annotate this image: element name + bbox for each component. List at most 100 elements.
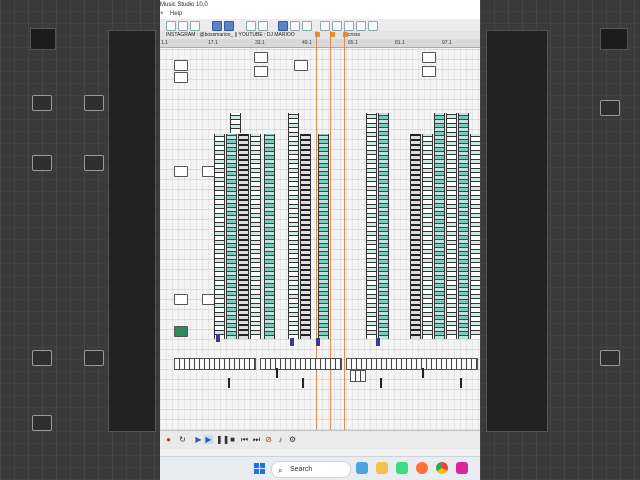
timeline-ruler[interactable]: 1.1 17.1 33.1 49.1 65.1 81.1 97.1 xyxy=(160,39,480,48)
next-icon[interactable]: ⏭ xyxy=(252,435,261,444)
ruler-label: 17.1 xyxy=(208,40,218,46)
note-column[interactable] xyxy=(230,113,241,133)
record-stop-icon[interactable]: ⊘ xyxy=(264,435,273,444)
windows-start-icon[interactable] xyxy=(254,463,265,474)
drum-cells xyxy=(347,359,477,369)
cloud-app-icon[interactable] xyxy=(356,462,368,474)
settings-icon[interactable]: ⚙ xyxy=(288,435,297,444)
drum-hit[interactable] xyxy=(228,378,230,388)
metronome-icon[interactable]: ♪ xyxy=(276,435,285,444)
background-icon xyxy=(32,155,52,171)
move-icon[interactable] xyxy=(258,21,268,31)
pattern-block[interactable] xyxy=(174,326,188,337)
pattern-block[interactable] xyxy=(174,294,188,305)
glue-icon[interactable] xyxy=(344,21,354,31)
transport-bar: ● ↻ ▶ ▶ ❚❚ ■ ⏮ ⏭ ⊘ ♪ ⚙ xyxy=(160,430,480,449)
chrome-browser-icon[interactable] xyxy=(436,462,448,474)
ruler-label: 49.1 xyxy=(302,40,312,46)
split-icon[interactable] xyxy=(332,21,342,31)
firefox-browser-icon[interactable] xyxy=(416,462,428,474)
drum-hit[interactable] xyxy=(422,368,424,378)
pattern-block[interactable] xyxy=(294,60,308,71)
note-column[interactable] xyxy=(264,134,275,339)
marker-flag-label: cross xyxy=(348,32,360,38)
settings-icon[interactable] xyxy=(356,21,366,31)
window-title: Music Studio 10.0 xyxy=(160,2,208,8)
drum-row[interactable] xyxy=(174,358,256,370)
note-column[interactable] xyxy=(470,134,480,339)
note-column[interactable] xyxy=(410,134,421,339)
note-column[interactable] xyxy=(458,113,469,339)
select-icon[interactable] xyxy=(246,21,256,31)
pattern-block[interactable] xyxy=(422,66,436,77)
drum-hit[interactable] xyxy=(302,378,304,388)
paste-icon[interactable] xyxy=(224,21,234,31)
menu-help[interactable]: Help xyxy=(170,10,182,19)
cut-icon[interactable] xyxy=(190,21,200,31)
note-column[interactable] xyxy=(214,134,225,339)
pattern-block[interactable] xyxy=(174,166,188,177)
note-column[interactable] xyxy=(422,134,433,339)
pause-icon[interactable]: ❚❚ xyxy=(216,435,229,444)
note-column[interactable] xyxy=(288,113,299,339)
background-block xyxy=(30,28,56,50)
previous-icon[interactable]: ⏮ xyxy=(240,435,249,444)
pattern-block[interactable] xyxy=(174,72,188,83)
brush-icon[interactable] xyxy=(302,21,312,31)
pattern-block[interactable] xyxy=(254,52,268,63)
note-column[interactable] xyxy=(300,134,311,339)
record-icon[interactable]: ● xyxy=(164,435,173,444)
copy-icon[interactable] xyxy=(212,21,222,31)
background-block xyxy=(486,30,548,432)
stop-icon[interactable]: ■ xyxy=(228,435,237,444)
note-column[interactable] xyxy=(238,134,249,339)
background-icon xyxy=(32,95,52,111)
zoom-icon[interactable] xyxy=(320,21,330,31)
close-menu-icon[interactable]: × xyxy=(160,10,164,19)
snap-icon[interactable] xyxy=(368,21,378,31)
note-column[interactable] xyxy=(378,113,389,339)
undo-icon[interactable] xyxy=(166,21,176,31)
note-column[interactable] xyxy=(250,134,261,339)
note-column[interactable] xyxy=(226,134,237,339)
ruler-label: 97.1 xyxy=(442,40,452,46)
pencil-icon[interactable] xyxy=(278,21,288,31)
pattern-block[interactable] xyxy=(174,60,188,71)
pattern-block[interactable] xyxy=(422,52,436,63)
marker-text: INSTAGRAM : @bossmarioo_ || YOUTUBE : DJ… xyxy=(166,32,295,38)
drum-hit[interactable] xyxy=(380,378,382,388)
ruler-label: 65.1 xyxy=(348,40,358,46)
menu-bar: × Help xyxy=(160,10,480,19)
drum-row[interactable] xyxy=(346,358,478,370)
title-bar: Music Studio 10.0 xyxy=(160,0,480,10)
ruler-label: 33.1 xyxy=(255,40,265,46)
background-block xyxy=(108,30,156,432)
drum-row[interactable] xyxy=(350,370,366,382)
instagram-app-icon[interactable] xyxy=(456,462,468,474)
redo-icon[interactable] xyxy=(178,21,188,31)
note-column[interactable] xyxy=(366,113,377,339)
velocity-note[interactable] xyxy=(376,338,380,346)
ruler-label: 1.1 xyxy=(161,40,168,46)
taskbar-search[interactable]: ⌕ Search xyxy=(271,461,351,478)
note-column[interactable] xyxy=(318,134,329,339)
note-column[interactable] xyxy=(446,113,457,339)
drum-row[interactable] xyxy=(260,358,342,370)
file-manager-icon[interactable] xyxy=(376,462,388,474)
android-app-icon[interactable] xyxy=(396,462,408,474)
pattern-block[interactable] xyxy=(254,66,268,77)
background-icon xyxy=(600,350,620,366)
velocity-note[interactable] xyxy=(316,338,320,346)
drum-hit[interactable] xyxy=(460,378,462,388)
drum-cells xyxy=(261,359,341,369)
music-studio-window: Music Studio 10.0 × Help INSTAGRAM : @bo… xyxy=(160,0,480,480)
loop-icon[interactable]: ↻ xyxy=(178,435,187,444)
play-icon[interactable]: ▶ xyxy=(194,435,203,444)
background-icon xyxy=(84,95,104,111)
velocity-note[interactable] xyxy=(290,338,294,346)
play-selection-icon[interactable]: ▶ xyxy=(204,435,213,444)
note-column[interactable] xyxy=(434,113,445,339)
eraser-icon[interactable] xyxy=(290,21,300,31)
drum-hit[interactable] xyxy=(276,368,278,378)
velocity-note[interactable] xyxy=(216,334,220,342)
